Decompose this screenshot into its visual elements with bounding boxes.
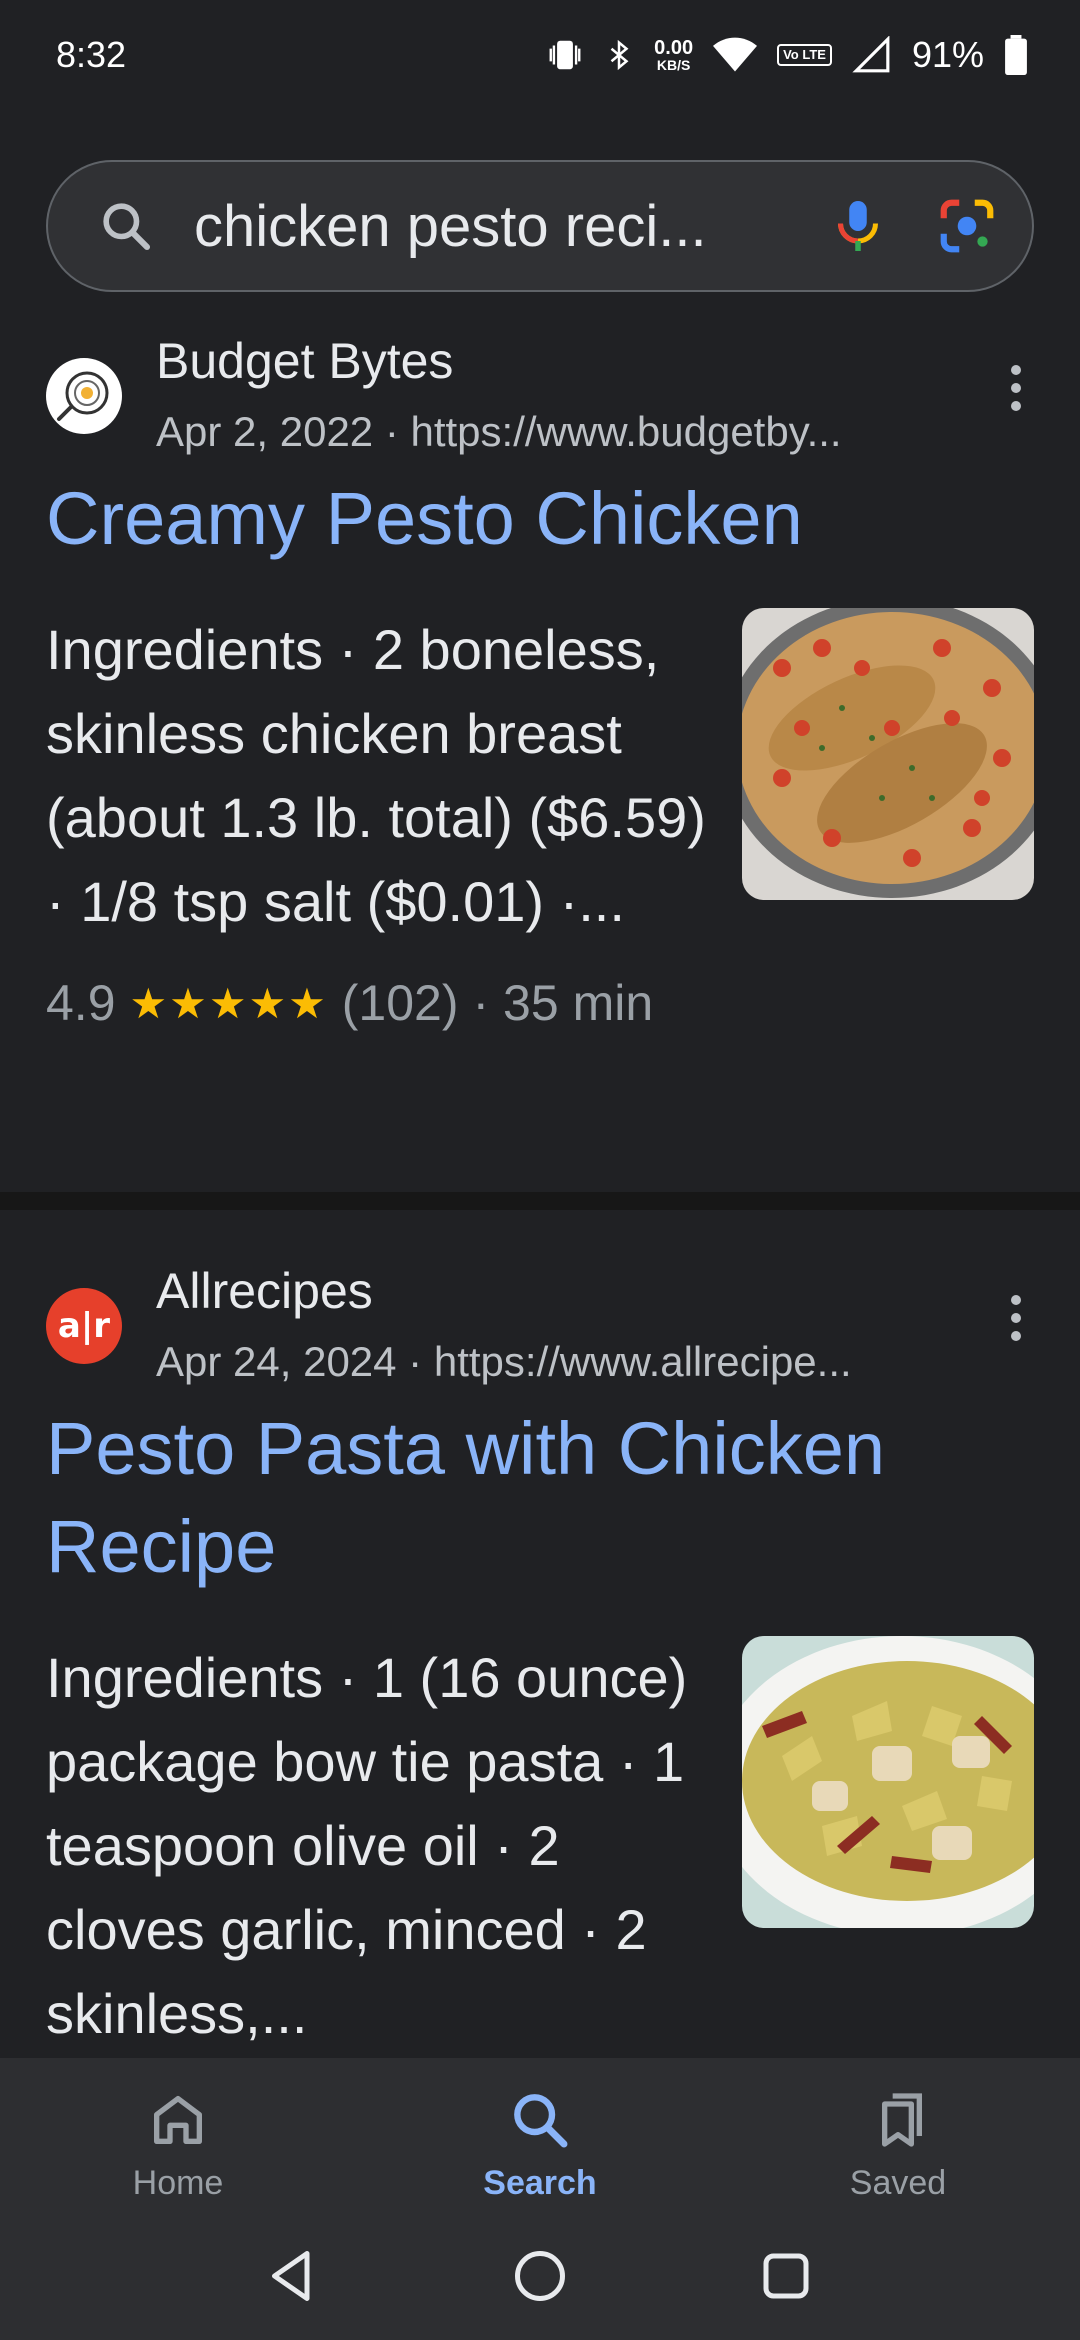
signal-icon [852, 36, 890, 73]
status-icons: 0.00 KB/S Vo LTE 91% [546, 34, 1028, 76]
search-input[interactable]: chicken pesto reci... [194, 193, 808, 260]
battery-icon [1005, 35, 1027, 75]
bottom-navigation: Home Search Saved [0, 2058, 1080, 2340]
mic-icon[interactable] [828, 196, 888, 256]
wifi-icon [713, 37, 758, 72]
result-divider [0, 1192, 1080, 1210]
nav-saved-label: Saved [849, 2164, 947, 2202]
site-meta: Apr 24, 2024 · https://www.allrecipe... [156, 1338, 852, 1385]
result-body: Ingredients · 2 boneless, skinless chick… [46, 608, 1034, 944]
net-speed-value: 0.00 [654, 37, 694, 59]
bluetooth-icon [610, 39, 629, 71]
vibrate-icon [549, 40, 581, 70]
allrecipes-logo-icon: a|r [46, 1288, 122, 1364]
result-thumbnail-image[interactable] [742, 1636, 1034, 1928]
net-speed-unit: KB/S [656, 57, 691, 73]
result-source[interactable]: Budget Bytes Apr 2, 2022 · https://www.b… [0, 320, 1080, 470]
result-body: Ingredients · 1 (16 ounce) package bow t… [46, 1636, 1034, 2056]
back-icon[interactable] [262, 2246, 322, 2306]
allrecipes-logo-text: a|r [57, 1306, 111, 1346]
result-snippet: Ingredients · 1 (16 ounce) package bow t… [46, 1646, 688, 2045]
search-result-allrecipes[interactable]: a|r Allrecipes Apr 24, 2024 · https://ww… [0, 1250, 1080, 2056]
cook-time: · 35 min [472, 975, 654, 1031]
rating-row: 4.9 ★★★★★ (102) · 35 min [46, 974, 1034, 1032]
nav-saved[interactable]: Saved [788, 2088, 1008, 2203]
result-title-link[interactable]: Pesto Pasta with Chicken Recipe [46, 1400, 1034, 1596]
review-count: (102) [341, 975, 459, 1031]
rating-value: 4.9 [46, 975, 116, 1031]
network-speed: 0.00 KB/S [654, 38, 693, 72]
rating-stars: ★★★★★ [129, 979, 328, 1027]
result-title-link[interactable]: Creamy Pesto Chicken [46, 470, 1034, 568]
home-icon [154, 2096, 202, 2144]
budget-bytes-logo-icon [46, 358, 122, 434]
result-source[interactable]: a|r Allrecipes Apr 24, 2024 · https://ww… [0, 1250, 1080, 1400]
site-name: Budget Bytes [156, 333, 454, 389]
nav-home-label: Home [132, 2164, 224, 2202]
nav-search[interactable]: Search [430, 2088, 650, 2203]
result-snippet: Ingredients · 2 boneless, skinless chick… [46, 618, 706, 933]
site-name: Allrecipes [156, 1263, 373, 1319]
result-thumbnail-image[interactable] [742, 608, 1034, 900]
home-circle-icon[interactable] [510, 2246, 570, 2306]
volte-badge: Vo LTE [777, 43, 832, 67]
saved-bookmarks-icon [882, 2093, 922, 2147]
system-navigation-bar [0, 2226, 1080, 2326]
search-icon [103, 203, 151, 251]
search-bar[interactable]: chicken pesto reci... [46, 160, 1034, 292]
more-options-icon[interactable] [996, 1288, 1036, 1348]
more-options-icon[interactable] [996, 358, 1036, 418]
google-lens-icon[interactable] [936, 195, 998, 257]
search-result-budget-bytes[interactable]: Budget Bytes Apr 2, 2022 · https://www.b… [0, 320, 1080, 1032]
battery-percent: 91% [911, 34, 984, 75]
recents-icon[interactable] [756, 2246, 816, 2306]
nav-home[interactable]: Home [68, 2088, 288, 2203]
site-meta: Apr 2, 2022 · https://www.budgetby... [156, 408, 842, 455]
search-icon [514, 2094, 568, 2148]
status-bar: 8:32 0.00 KB/S Vo LTE 91% [0, 0, 1080, 110]
status-time: 8:32 [56, 34, 127, 75]
nav-search-label: Search [483, 2164, 597, 2202]
